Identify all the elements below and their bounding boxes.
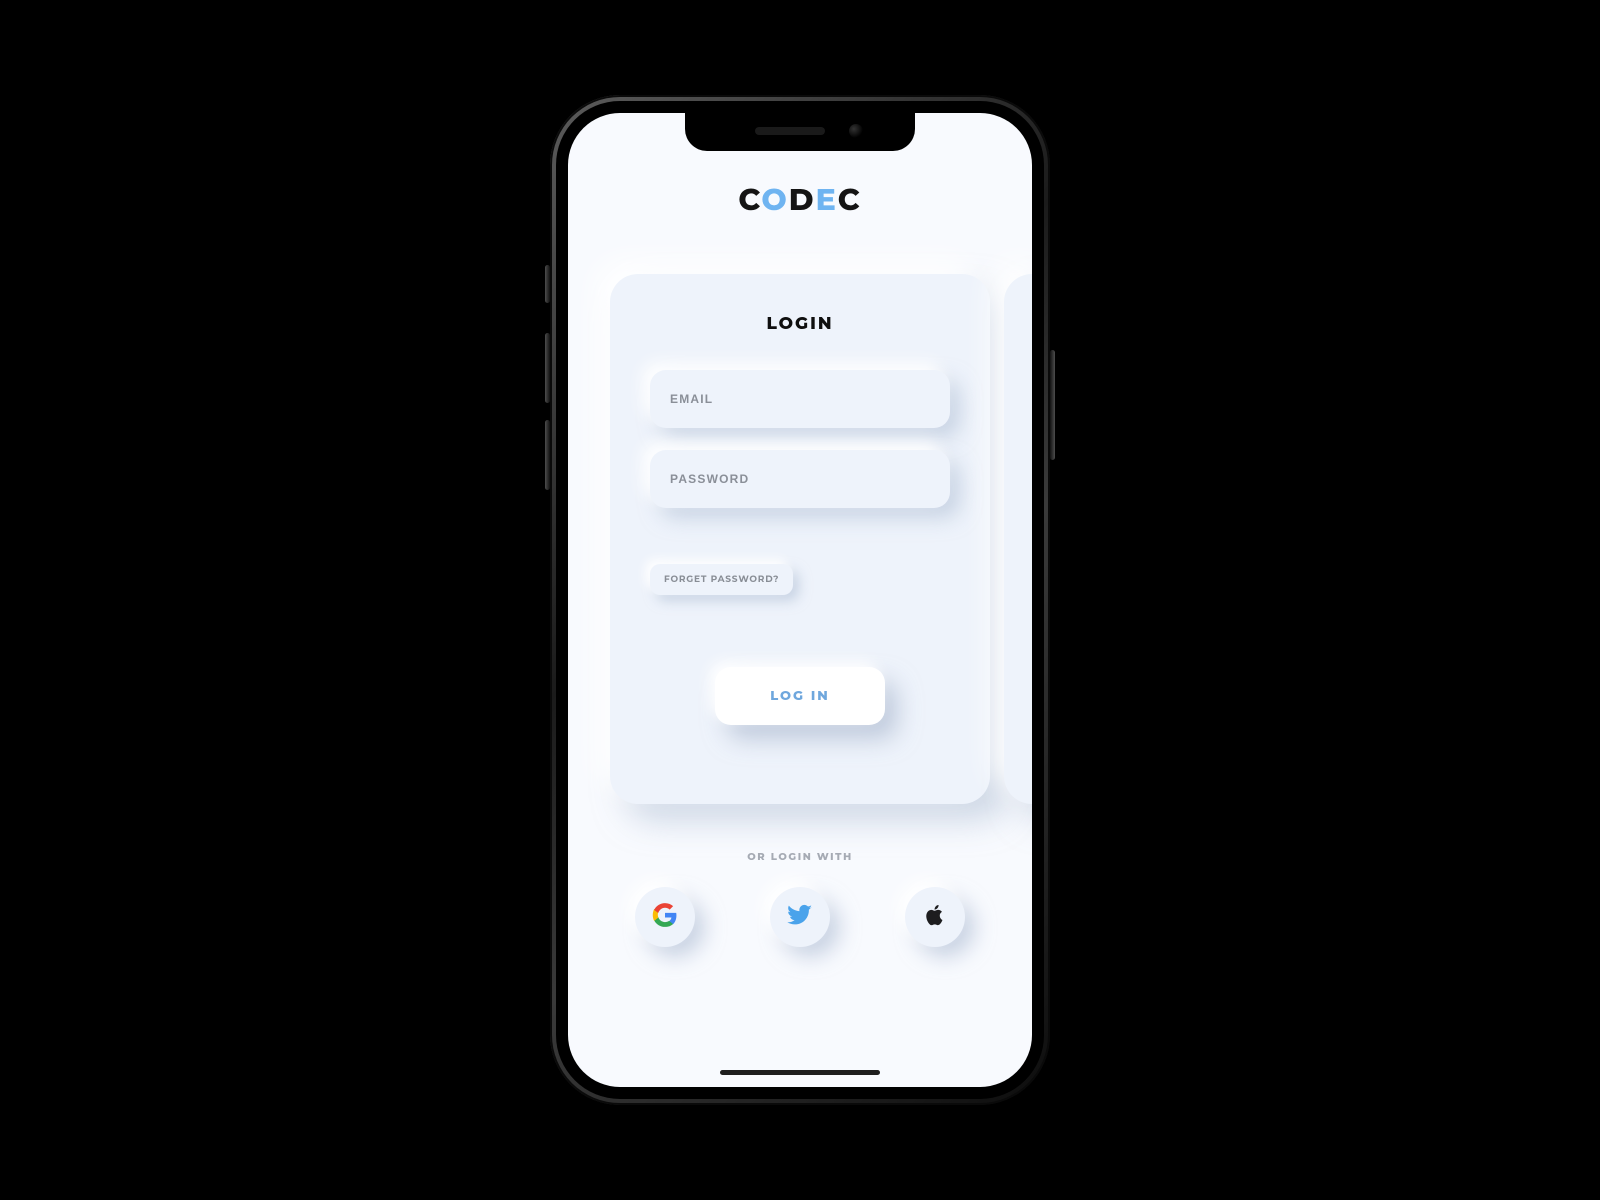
phone-bezel: CODEC LOGIN FORGET PASSWORD: [556, 101, 1044, 1099]
email-field[interactable]: [670, 392, 930, 406]
google-login-button[interactable]: [635, 887, 695, 947]
apple-icon: [922, 902, 948, 933]
google-icon: [652, 902, 678, 933]
login-button[interactable]: LOG IN: [715, 667, 885, 725]
twitter-icon: [787, 902, 813, 933]
twitter-login-button[interactable]: [770, 887, 830, 947]
phone-volume-up: [545, 333, 550, 403]
card-title: LOGIN: [766, 314, 833, 334]
next-card-peek[interactable]: [1004, 274, 1032, 804]
logo-letter: D: [789, 181, 816, 218]
phone-screen: CODEC LOGIN FORGET PASSWORD: [568, 113, 1032, 1087]
login-card: LOGIN FORGET PASSWORD? LOG IN: [610, 274, 990, 804]
home-indicator: [720, 1070, 880, 1076]
phone-power-button: [1050, 350, 1055, 460]
phone-mute-switch: [545, 265, 550, 303]
card-row: LOGIN FORGET PASSWORD? LOG IN: [568, 274, 1032, 804]
logo-letter: C: [738, 181, 761, 218]
email-field-wrap[interactable]: [650, 370, 950, 428]
apple-login-button[interactable]: [905, 887, 965, 947]
logo-letter-accent: O: [761, 181, 788, 218]
forget-password-button[interactable]: FORGET PASSWORD?: [650, 564, 793, 595]
stage: CODEC LOGIN FORGET PASSWORD: [0, 0, 1600, 1200]
social-login-label: OR LOGIN WITH: [747, 850, 853, 863]
password-field[interactable]: [670, 472, 930, 486]
phone-frame: CODEC LOGIN FORGET PASSWORD: [550, 95, 1050, 1105]
logo-letter: C: [838, 181, 862, 218]
password-field-wrap[interactable]: [650, 450, 950, 508]
app-logo: CODEC: [738, 181, 861, 218]
phone-volume-down: [545, 420, 550, 490]
social-row: [635, 887, 965, 947]
app-content: CODEC LOGIN FORGET PASSWORD: [568, 113, 1032, 1087]
logo-letter-accent: E: [816, 181, 838, 218]
phone-notch: [685, 113, 915, 151]
